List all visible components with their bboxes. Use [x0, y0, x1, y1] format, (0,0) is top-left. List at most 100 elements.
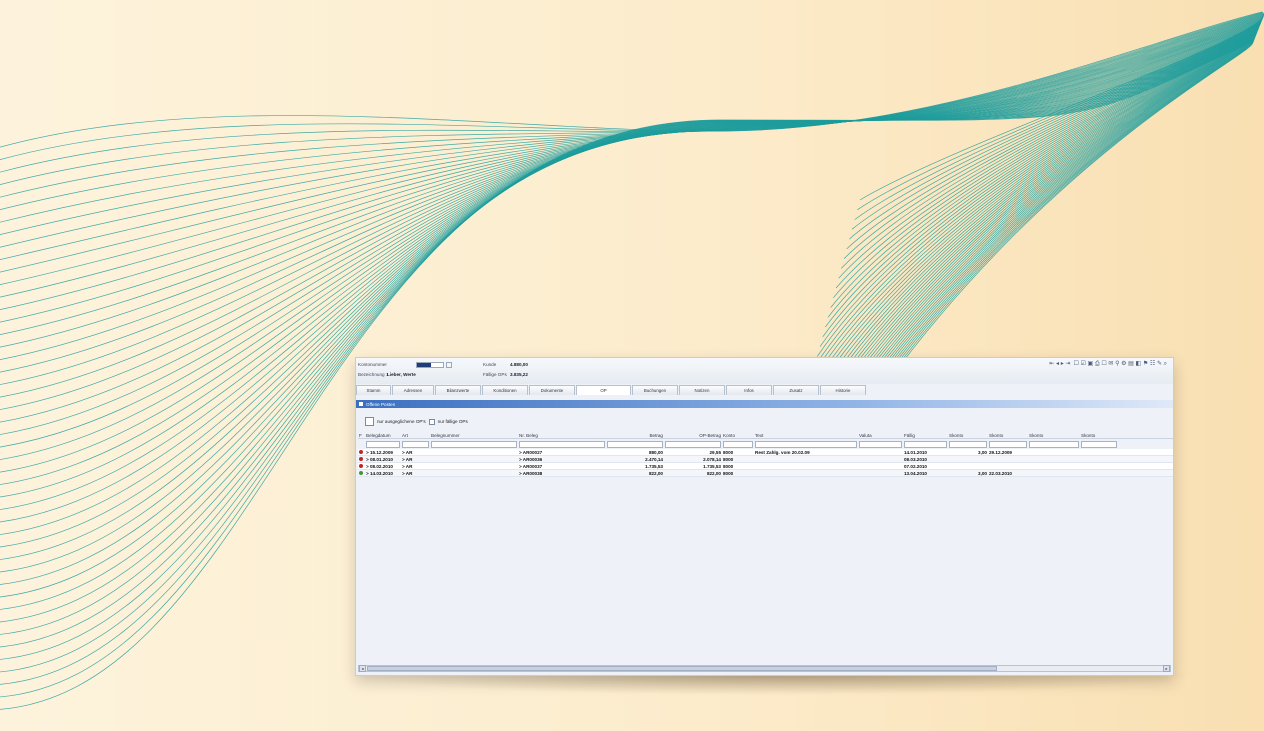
tab-infos[interactable]: Infos	[726, 385, 772, 395]
table-header-row: F Belegdatum Art Belegnummer Nr. Beleg B…	[358, 432, 1173, 439]
cell-doc-ref[interactable]: > AR00036	[518, 457, 606, 462]
app-window: Kontonummer Kunde 4.880,00 Bezeichnung 1…	[355, 357, 1174, 676]
tab-buchungen[interactable]: Buchungen	[632, 385, 678, 395]
tab-konditionen[interactable]: Konditionen	[482, 385, 528, 395]
tab-dokumente[interactable]: Dokumente	[529, 385, 575, 395]
record-navigation-icons[interactable]: ⇤ ◂ ▸ ⇥	[1049, 361, 1070, 368]
cell-account: 8000	[723, 456, 734, 462]
cell-amount: 880,00	[648, 449, 663, 455]
filter-input-skonto-pct[interactable]	[949, 440, 987, 448]
filter-input-amount[interactable]	[607, 440, 663, 448]
filter-input-valuta[interactable]	[859, 440, 902, 448]
col-header-date[interactable]: Belegdatum	[365, 433, 401, 438]
col-header-doc-number[interactable]: Belegnummer	[430, 433, 518, 438]
filter-input-doc-ref[interactable]	[519, 440, 605, 448]
table-row[interactable]: > 08.01.2010 > AR > AR00036 2.470,14 2.0…	[358, 456, 1173, 463]
cell-type: > AR	[402, 449, 413, 455]
filter-input-op-amount[interactable]	[665, 440, 721, 448]
cell-skonto-date: 29.12.2009	[989, 449, 1012, 455]
cell-type: > AR	[402, 463, 413, 469]
scroll-right-icon[interactable]: ▸	[1163, 665, 1170, 672]
cell-op-amount: 822,00	[706, 470, 721, 476]
status-dot	[359, 470, 363, 475]
toolbar-action-icons[interactable]: ☐ ☑ ▣ ⎙ ☐ ✉ ⚲ ⚙ ▤ ◧ ⚑ ☷ ✎ ⌕	[1073, 361, 1167, 368]
col-header-flag[interactable]: F	[358, 433, 365, 438]
col-header-due[interactable]: Fällig	[903, 433, 948, 438]
tab-op[interactable]: OP	[576, 385, 631, 395]
open-items-section-header[interactable]: Offene Posten	[356, 400, 1173, 408]
tab-historie[interactable]: Historie	[820, 385, 866, 395]
cell-due: 08.03.2010	[904, 456, 927, 462]
table-row[interactable]: > 15.12.2009 > AR > AR00027 880,00 29,55…	[358, 449, 1173, 456]
status-dot	[359, 463, 363, 468]
col-header-type[interactable]: Art	[401, 433, 430, 438]
col-header-valuta[interactable]: Valuta	[858, 433, 903, 438]
tab-adressen[interactable]: Adressen	[392, 385, 434, 395]
wave-line	[0, 18, 1262, 308]
horizontal-scrollbar[interactable]: ◂ ▸	[358, 665, 1171, 672]
filter-input-account[interactable]	[723, 440, 753, 448]
filter-input-type[interactable]	[402, 440, 429, 448]
cell-account: 8000	[723, 463, 734, 469]
table-filter-row	[358, 439, 1173, 449]
cell-account: 8000	[723, 449, 734, 455]
col-header-skonto-date[interactable]: Skonto	[988, 433, 1028, 438]
col-header-skonto-amount[interactable]: Skonto	[1028, 433, 1080, 438]
filter-input-date[interactable]	[366, 440, 400, 448]
cell-op-amount: 2.078,14	[703, 456, 721, 462]
cell-doc-ref[interactable]: > AR00027	[518, 450, 606, 455]
filter-input-skonto-extra[interactable]	[1081, 440, 1117, 448]
cell-skonto-pct: 3,00	[978, 449, 987, 455]
cell-doc-ref[interactable]: > AR00037	[518, 464, 606, 469]
cell-doc-ref[interactable]: > AR00038	[518, 471, 606, 476]
filter-input-skonto-date[interactable]	[989, 440, 1027, 448]
filter-input-skonto-amount[interactable]	[1029, 440, 1079, 448]
table-row[interactable]: > 14.03.2010 > AR > AR00038 822,00 822,0…	[358, 470, 1173, 477]
col-header-amount[interactable]: Betrag	[606, 433, 664, 438]
only-due-label: nur fällige OPs	[437, 419, 468, 424]
tab-zusatz[interactable]: Zusatz	[773, 385, 819, 395]
toolbar: ⇤ ◂ ▸ ⇥ ☐ ☑ ▣ ⎙ ☐ ✉ ⚲ ⚙ ▤ ◧ ⚑ ☷ ✎ ⌕	[1049, 361, 1167, 368]
account-number-label: Kontonummer	[358, 362, 387, 367]
cell-amount: 2.470,14	[645, 456, 663, 462]
cell-date: > 08.01.2010	[366, 456, 393, 462]
col-header-skonto-extra[interactable]: Skonto	[1080, 433, 1118, 438]
filter-input-text[interactable]	[755, 440, 857, 448]
wave-line	[0, 16, 1263, 279]
cell-amount: 1.735,53	[645, 463, 663, 469]
only-due-checkbox[interactable]	[428, 418, 435, 425]
due-items-value: 3.835,22	[510, 372, 528, 377]
status-dot	[359, 449, 363, 454]
designation-value: Lieber, Werte	[387, 372, 416, 377]
col-header-text[interactable]: Text	[754, 433, 858, 438]
col-header-doc-ref[interactable]: Nr. Beleg	[518, 433, 606, 438]
wave-line	[0, 12, 1264, 220]
account-lookup-button[interactable]	[446, 361, 452, 368]
cell-date: > 15.12.2009	[366, 449, 393, 455]
table-row[interactable]: > 08.02.2010 > AR > AR00037 1.735,53 1.7…	[358, 463, 1173, 470]
record-header: Kontonummer Kunde 4.880,00 Bezeichnung 1…	[356, 358, 1173, 395]
tab-bar: Stamm Adressen Bilanzwerte Konditionen D…	[356, 385, 867, 396]
tab-bilanzwerte[interactable]: Bilanzwerte	[435, 385, 481, 395]
col-header-skonto-pct[interactable]: Skonto	[948, 433, 988, 438]
filter-row: nur ausgeglichene OP's nur fällige OPs	[365, 417, 468, 426]
filter-input-due[interactable]	[904, 440, 947, 448]
customer-value: 4.880,00	[510, 362, 528, 367]
wave-line	[0, 16, 1263, 269]
designation-label: Bezeichnung 1	[358, 372, 389, 377]
tab-notizen[interactable]: Notizen	[679, 385, 725, 395]
filter-input-doc-number[interactable]	[431, 440, 517, 448]
cell-skonto-pct: 3,00	[978, 470, 987, 476]
collapse-icon[interactable]	[359, 402, 363, 406]
account-number-input[interactable]	[416, 361, 444, 368]
only-balanced-label: nur ausgeglichene OP's	[377, 419, 426, 424]
cell-type: > AR	[402, 456, 413, 462]
scroll-thumb[interactable]	[367, 666, 997, 671]
tab-stamm[interactable]: Stamm	[356, 385, 391, 395]
cell-type: > AR	[402, 470, 413, 476]
col-header-account[interactable]: Konto	[722, 433, 754, 438]
scroll-left-icon[interactable]: ◂	[359, 665, 366, 672]
cell-date: > 08.02.2010	[366, 463, 393, 469]
filter-icon[interactable]	[365, 417, 374, 426]
col-header-op-amount[interactable]: OP-Betrag	[664, 433, 722, 438]
